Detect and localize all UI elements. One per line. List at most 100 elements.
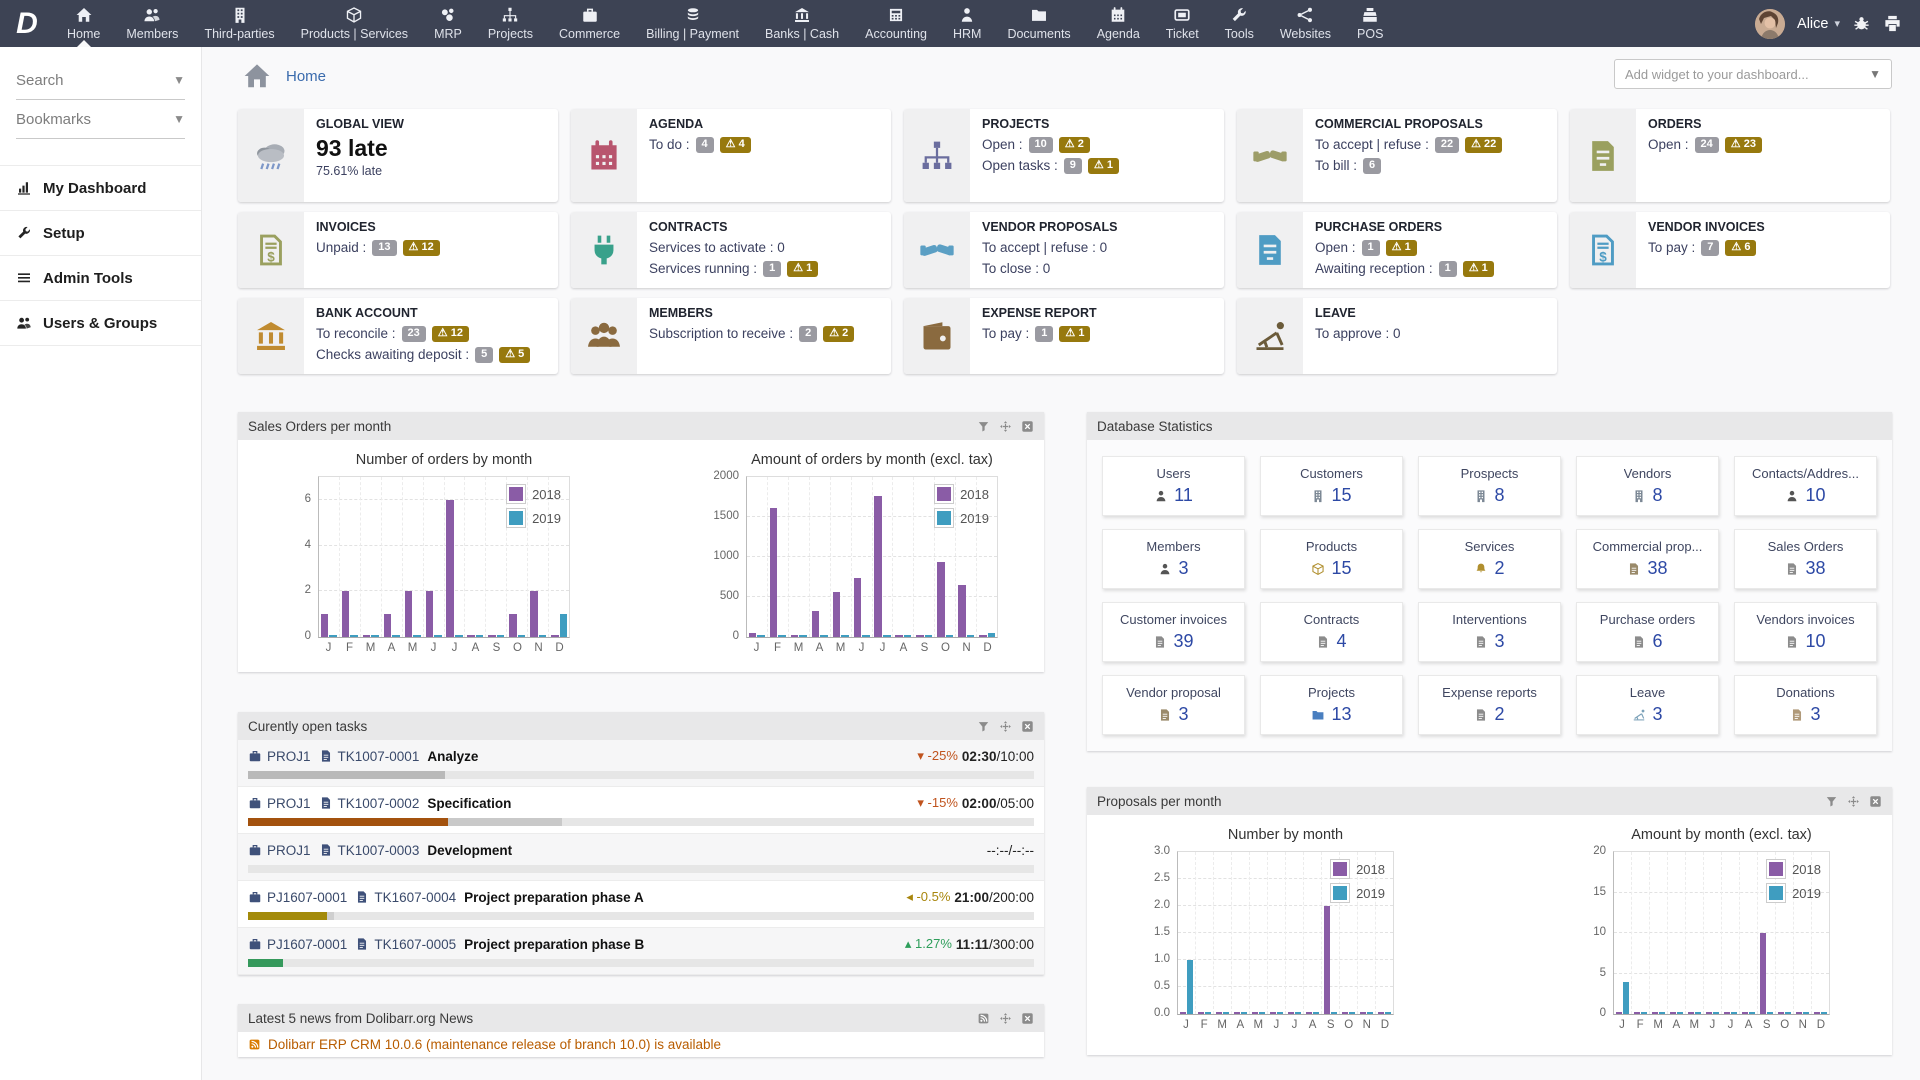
dolibarr-logo[interactable]: D: [0, 0, 54, 47]
print-icon[interactable]: [1883, 14, 1902, 33]
widget-vendor-proposals[interactable]: VENDOR PROPOSALS To accept | refuse : 0 To…: [904, 212, 1224, 288]
feed-icon[interactable]: [977, 1012, 990, 1025]
close-icon[interactable]: [1021, 1012, 1034, 1025]
stat-card-services[interactable]: Services 2: [1418, 529, 1561, 589]
widget-line-link[interactable]: To pay : 1 ⚠ 1: [982, 323, 1097, 344]
widget-contracts[interactable]: CONTRACTS Services to activate : 0 Service…: [571, 212, 891, 288]
widget-orders[interactable]: ORDERS Open : 24 ⚠ 23: [1570, 109, 1890, 202]
widget-line-link[interactable]: Open tasks : 9 ⚠ 1: [982, 155, 1119, 176]
nav-item-ticket[interactable]: Ticket: [1153, 0, 1212, 47]
widget-line-link[interactable]: To accept | refuse : 0: [982, 237, 1117, 258]
project-link[interactable]: PJ1607-0001: [267, 890, 347, 905]
task-name-link[interactable]: Analyze: [427, 749, 478, 764]
nav-item-home[interactable]: Home: [54, 0, 113, 47]
stat-card-projects[interactable]: Projects 13: [1260, 675, 1403, 735]
stat-card-vendors-invoices[interactable]: Vendors invoices 10: [1734, 602, 1877, 662]
widget-line-link[interactable]: To pay : 7 ⚠ 6: [1648, 237, 1765, 258]
nav-item-products-services[interactable]: Products | Services: [288, 0, 421, 47]
close-icon[interactable]: [1869, 795, 1882, 808]
stat-card-customer-invoices[interactable]: Customer invoices 39: [1102, 602, 1245, 662]
close-icon[interactable]: [1021, 420, 1034, 433]
filter-icon[interactable]: [977, 720, 990, 733]
nav-item-websites[interactable]: Websites: [1267, 0, 1344, 47]
project-link[interactable]: PJ1607-0001: [267, 937, 347, 952]
widget-line-link[interactable]: Subscription to receive : 2 ⚠ 2: [649, 323, 855, 344]
stat-card-commercial-prop[interactable]: Commercial prop... 38: [1576, 529, 1719, 589]
widget-agenda[interactable]: AGENDA To do : 4 ⚠ 4: [571, 109, 891, 202]
move-icon[interactable]: [999, 720, 1012, 733]
task-ref-link[interactable]: TK1007-0003: [338, 843, 420, 858]
nav-item-hrm[interactable]: HRM: [940, 0, 994, 47]
search-select[interactable]: Search ▼: [16, 61, 185, 100]
nav-item-third-parties[interactable]: Third-parties: [191, 0, 287, 47]
stat-card-purchase-orders[interactable]: Purchase orders 6: [1576, 602, 1719, 662]
widget-line-link[interactable]: To reconcile : 23 ⚠ 12: [316, 323, 530, 344]
widget-invoices[interactable]: $ INVOICES Unpaid : 13 ⚠ 12: [238, 212, 558, 288]
widget-leave[interactable]: LEAVE To approve : 0: [1237, 298, 1557, 374]
stat-card-members[interactable]: Members 3: [1102, 529, 1245, 589]
widget-bank-account[interactable]: BANK ACCOUNT To reconcile : 23 ⚠ 12 Checks a…: [238, 298, 558, 374]
move-icon[interactable]: [999, 1012, 1012, 1025]
task-name-link[interactable]: Specification: [427, 796, 511, 811]
close-icon[interactable]: [1021, 720, 1034, 733]
stat-card-vendors[interactable]: Vendors 8: [1576, 456, 1719, 516]
stat-card-sales-orders[interactable]: Sales Orders 38: [1734, 529, 1877, 589]
bug-icon[interactable]: [1852, 14, 1871, 33]
nav-item-billing-payment[interactable]: Billing | Payment: [633, 0, 752, 47]
avatar[interactable]: [1755, 8, 1786, 39]
stat-card-donations[interactable]: Donations 3: [1734, 675, 1877, 735]
nav-item-members[interactable]: Members: [113, 0, 191, 47]
sidebar-item-admin-tools[interactable]: Admin Tools: [0, 256, 201, 301]
widget-global-view[interactable]: GLOBAL VIEW 93 late 75.61% late: [238, 109, 558, 202]
widget-line-link[interactable]: Checks awaiting deposit : 5 ⚠ 5: [316, 344, 531, 365]
sidebar-item-setup[interactable]: Setup: [0, 211, 201, 256]
nav-item-accounting[interactable]: Accounting: [852, 0, 940, 47]
nav-item-agenda[interactable]: Agenda: [1084, 0, 1153, 47]
task-name-link[interactable]: Project preparation phase A: [464, 890, 644, 905]
widget-members[interactable]: MEMBERS Subscription to receive : 2 ⚠ 2: [571, 298, 891, 374]
task-ref-link[interactable]: TK1007-0001: [338, 749, 420, 764]
sidebar-item-users-groups[interactable]: Users & Groups: [0, 301, 201, 346]
stat-card-users[interactable]: Users 11: [1102, 456, 1245, 516]
stat-card-prospects[interactable]: Prospects 8: [1418, 456, 1561, 516]
stat-card-expense-reports[interactable]: Expense reports 2: [1418, 675, 1561, 735]
widget-commercial-proposals[interactable]: COMMERCIAL PROPOSALS To accept | refuse :…: [1237, 109, 1557, 202]
stat-card-contacts-addres[interactable]: Contacts/Addres... 10: [1734, 456, 1877, 516]
move-icon[interactable]: [1847, 795, 1860, 808]
nav-item-mrp[interactable]: MRP: [421, 0, 475, 47]
widget-line-link[interactable]: Awaiting reception : 1 ⚠ 1: [1315, 258, 1494, 279]
move-icon[interactable]: [999, 420, 1012, 433]
widget-line-link[interactable]: Services running : 1 ⚠ 1: [649, 258, 819, 279]
nav-item-documents[interactable]: Documents: [994, 0, 1083, 47]
stat-card-leave[interactable]: Leave 3: [1576, 675, 1719, 735]
user-menu-chevron-down-icon[interactable]: ▾: [1834, 17, 1840, 30]
widget-purchase-orders[interactable]: PURCHASE ORDERS Open :1 ⚠ 1 Awaiting recept…: [1237, 212, 1557, 288]
stat-card-interventions[interactable]: Interventions 3: [1418, 602, 1561, 662]
news-item[interactable]: Dolibarr ERP CRM 10.0.6 (maintenance rel…: [238, 1032, 1044, 1057]
widget-line-link[interactable]: To approve : 0: [1315, 323, 1401, 344]
news-item-link[interactable]: Dolibarr ERP CRM 10.0.6 (maintenance rel…: [268, 1037, 721, 1052]
task-ref-link[interactable]: TK1007-0002: [338, 796, 420, 811]
widget-line-link[interactable]: Unpaid : 13 ⚠ 12: [316, 237, 440, 258]
widget-vendor-invoices[interactable]: $ VENDOR INVOICES To pay : 7 ⚠ 6: [1570, 212, 1890, 288]
breadcrumb-home-link[interactable]: Home: [286, 68, 326, 85]
stat-card-products[interactable]: Products 15: [1260, 529, 1403, 589]
widget-line-link[interactable]: Open : 1 ⚠ 1: [1315, 237, 1494, 258]
filter-icon[interactable]: [1825, 795, 1838, 808]
project-link[interactable]: PROJ1: [267, 749, 311, 764]
filter-icon[interactable]: [977, 420, 990, 433]
task-name-link[interactable]: Development: [427, 843, 512, 858]
project-link[interactable]: PROJ1: [267, 843, 311, 858]
widget-line-link[interactable]: Services to activate : 0: [649, 237, 818, 258]
sidebar-item-my-dashboard[interactable]: My Dashboard: [0, 165, 201, 211]
bookmarks-select[interactable]: Bookmarks ▼: [16, 100, 185, 139]
widget-line-link[interactable]: To accept | refuse : 22 ⚠ 22: [1315, 134, 1503, 155]
widget-line-link[interactable]: To do : 4 ⚠ 4: [649, 134, 751, 155]
task-ref-link[interactable]: TK1607-0005: [374, 937, 456, 952]
user-name[interactable]: Alice: [1797, 16, 1828, 32]
task-ref-link[interactable]: TK1607-0004: [374, 890, 456, 905]
nav-item-banks-cash[interactable]: Banks | Cash: [752, 0, 852, 47]
widget-expense-report[interactable]: EXPENSE REPORT To pay : 1 ⚠ 1: [904, 298, 1224, 374]
stat-card-customers[interactable]: Customers 15: [1260, 456, 1403, 516]
nav-item-pos[interactable]: POS: [1344, 0, 1396, 47]
